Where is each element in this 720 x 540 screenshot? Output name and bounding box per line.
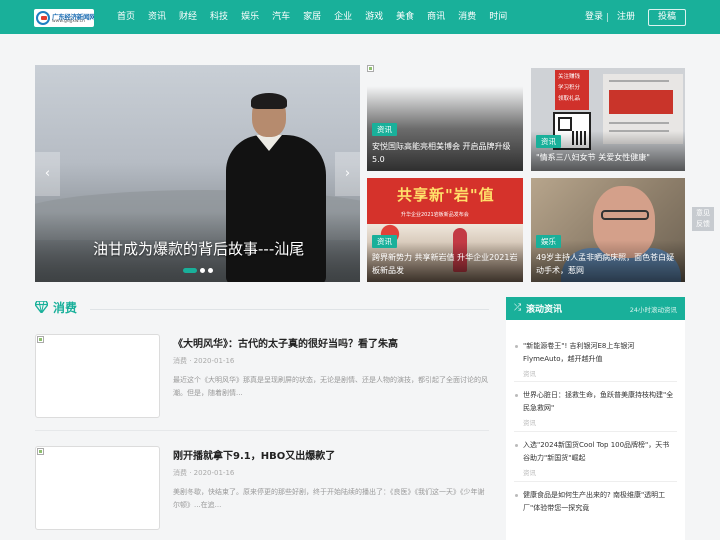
card-title[interactable]: 跨界新势力 共享新岩值 升华企业2021岩板新品发: [372, 251, 520, 277]
list-divider: [514, 431, 677, 432]
article-item: 刚开播就拿下9.1，HBO又出爆款了 消费 · 2020-01-16 美剧冬歇，…: [35, 446, 489, 536]
list-divider: [514, 381, 677, 382]
slider-prev-button[interactable]: ‹: [35, 152, 60, 196]
article-summary: 最近这个《大明风华》那真是呈现刷屏的状态，无论是剧情、还是人物的演技，都引起了全…: [173, 376, 488, 397]
bullet-icon: [515, 394, 518, 397]
list-item-source: 资讯: [523, 469, 536, 477]
rolling-news-title: 滚动资讯: [526, 305, 563, 315]
card-title[interactable]: 49岁主持人孟非晒病床照，面色苍白疑动手术，惹网: [536, 251, 682, 277]
article-meta: 消费 · 2020-01-16: [173, 357, 235, 365]
card-tag[interactable]: 资讯: [372, 235, 397, 248]
poster-text-1: 关注赚钱: [558, 74, 581, 80]
nav-item-business[interactable]: 商讯: [421, 0, 452, 34]
nav-item-fashion[interactable]: 时间: [483, 0, 514, 34]
article-item: 《大明风华》：古代的太子真的很好当吗？看了朱高 消费 · 2020-01-16 …: [35, 334, 489, 424]
card-image-poster: 关注赚钱 学习积分 领取礼品: [555, 70, 589, 110]
nav-item-finance[interactable]: 财经: [173, 0, 204, 34]
bullet-icon: [515, 494, 518, 497]
register-link[interactable]: 注册: [617, 0, 635, 34]
header-divider: [607, 13, 608, 22]
poster-text-3: 领取礼品: [558, 96, 581, 102]
doc-banner: [609, 90, 673, 114]
list-item-source: 资讯: [523, 370, 536, 378]
banner-headline: 共享新"岩"值: [397, 186, 495, 204]
doc-line: [609, 122, 669, 124]
broken-image-icon: [37, 336, 44, 343]
nav-item-food[interactable]: 美食: [390, 0, 421, 34]
logo-url: www.gdjjxw.cn: [52, 19, 85, 24]
article-divider: [35, 430, 489, 431]
shuffle-icon: ⤮: [514, 303, 522, 313]
nav-item-consumer[interactable]: 消费: [452, 0, 483, 34]
rolling-news-panel: ⤮ 滚动资讯 24小时滚动资讯 "新能源卷王"! 吉利银河E8上车银河Flyme…: [506, 297, 685, 540]
slider-dot-2[interactable]: [200, 268, 205, 273]
poster-text-2: 学习积分: [558, 85, 581, 91]
list-item-title[interactable]: 健康食品是如何生产出来的? 南极维康"透明工厂"体验带您一探究竟: [523, 489, 675, 515]
nav-item-tech[interactable]: 科技: [204, 0, 235, 34]
logo-emblem-icon: [36, 11, 50, 25]
glasses-shape: [601, 210, 649, 220]
list-divider: [514, 481, 677, 482]
article-thumbnail[interactable]: [35, 334, 160, 418]
top-navbar: 广东经济新闻网 www.gdjjxw.cn 首页 资讯 财经 科技 娱乐 汽车 …: [0, 0, 720, 34]
nav-item-auto[interactable]: 汽车: [266, 0, 297, 34]
bullet-icon: [515, 345, 518, 348]
login-link[interactable]: 登录: [585, 0, 603, 34]
card-title[interactable]: "情系三八妇女节 关爱女性健康": [536, 151, 682, 164]
article-meta: 消费 · 2020-01-16: [173, 469, 235, 477]
person-body: [226, 135, 326, 282]
site-logo[interactable]: 广东经济新闻网 www.gdjjxw.cn: [34, 9, 94, 27]
list-item-title[interactable]: "新能源卷王"! 吉利银河E8上车银河FlymeAuto，越开越升值: [523, 340, 675, 366]
slider-dot-1[interactable]: [183, 268, 197, 273]
list-item-source: 资讯: [523, 419, 536, 427]
article-title[interactable]: 《大明风华》：古代的太子真的很好当吗？看了朱高: [173, 335, 398, 350]
feedback-line-2: 反馈: [696, 220, 710, 228]
article-summary: 美剧冬歇，快结束了。原来停更的那些好剧，终于开始陆续的播出了：《良医》《我们这一…: [173, 488, 485, 509]
rolling-news-header: ⤮ 滚动资讯 24小时滚动资讯: [506, 297, 685, 320]
slide-title[interactable]: 油甘成为爆款的背后故事---汕尾: [93, 238, 304, 259]
nav-item-news[interactable]: 资讯: [142, 0, 173, 34]
person-hair: [251, 93, 287, 109]
slider-next-button[interactable]: ›: [335, 152, 360, 196]
submit-article-button[interactable]: 投稿: [648, 9, 686, 26]
banner-subline: 升华企业2021岩板新品发布会: [401, 212, 469, 218]
list-item-title[interactable]: 世界心脏日：拯救生命，鱼跃普美康持枝构建"全民急救网": [523, 389, 675, 415]
rolling-news-subtitle: 24小时滚动资讯: [629, 306, 677, 314]
broken-image-icon: [367, 65, 374, 72]
main-nav: 首页 资讯 财经 科技 娱乐 汽车 家居 企业 游戏 美食 商讯 消费 时间: [112, 0, 514, 34]
doc-line: [609, 80, 669, 82]
card-tag[interactable]: 资讯: [372, 123, 397, 136]
card-tag[interactable]: 资讯: [536, 135, 561, 148]
nav-item-home[interactable]: 首页: [112, 0, 142, 34]
nav-item-games[interactable]: 游戏: [359, 0, 390, 34]
article-title[interactable]: 刚开播就拿下9.1，HBO又出爆款了: [173, 447, 335, 462]
card-title[interactable]: 安悦国际高能亮相美博会 开启品牌升级5.0: [372, 140, 518, 166]
nav-item-home-living[interactable]: 家居: [297, 0, 328, 34]
section-divider: [90, 309, 489, 310]
article-thumbnail[interactable]: [35, 446, 160, 530]
nav-item-entertainment[interactable]: 娱乐: [235, 0, 266, 34]
section-title: 消费: [53, 301, 78, 315]
broken-image-icon: [37, 448, 44, 455]
feedback-line-1: 意见: [696, 209, 710, 217]
diamond-icon: [35, 301, 48, 313]
card-tag[interactable]: 娱乐: [536, 235, 561, 248]
slider-dot-3[interactable]: [208, 268, 213, 273]
bullet-icon: [515, 444, 518, 447]
slider-pagination: [183, 268, 213, 273]
list-item-title[interactable]: 入选"2024新国货Cool Top 100品牌榜"，天书谷助力"新国货"崛起: [523, 439, 675, 465]
feedback-button[interactable]: 意见 反馈: [692, 207, 714, 231]
nav-item-enterprise[interactable]: 企业: [328, 0, 359, 34]
